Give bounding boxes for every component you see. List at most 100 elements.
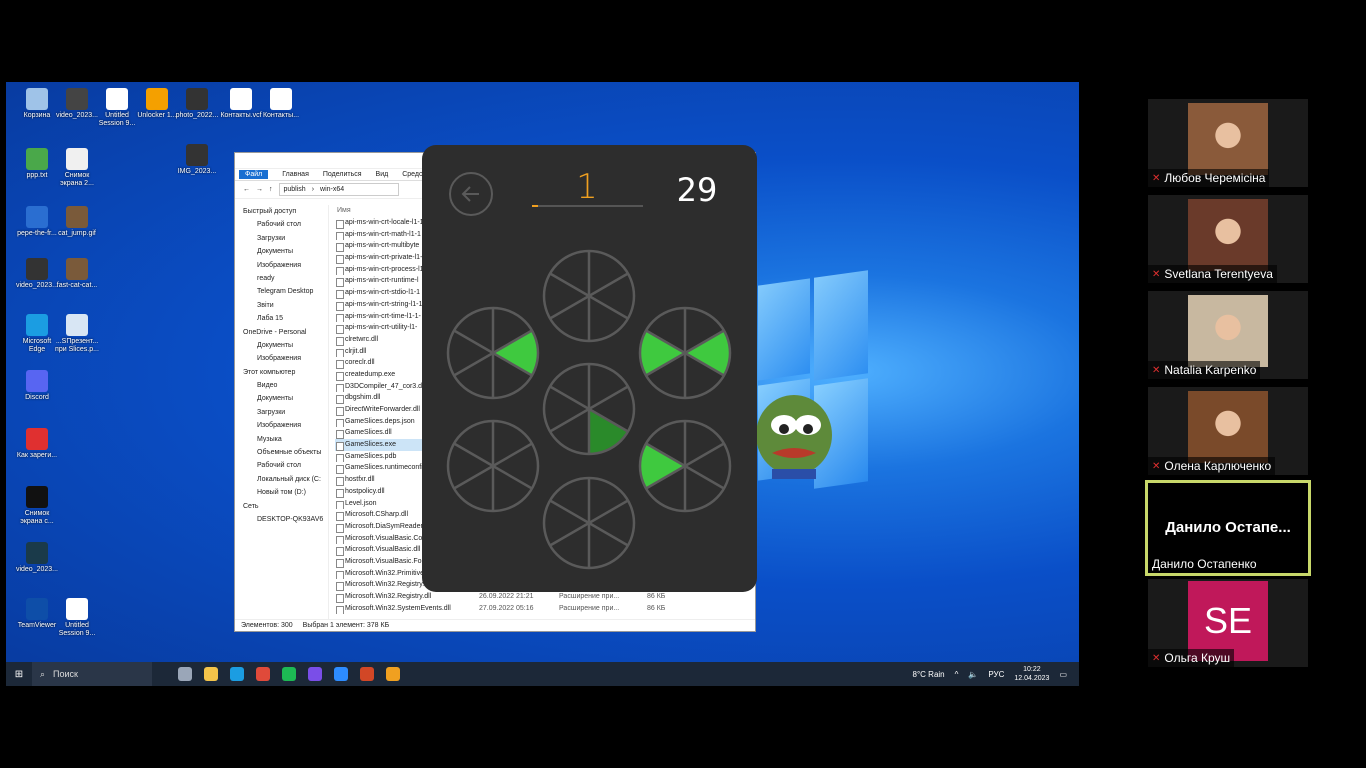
participant-name: Любов Черемісіна [1164, 171, 1266, 185]
nav-item[interactable]: Рабочий стол [235, 459, 328, 472]
nav-item[interactable]: Сеть [235, 500, 328, 513]
nav-item[interactable]: DESKTOP-QK93AV6 [235, 513, 328, 526]
desktop-icon-label: ...SПрезент... при Slices.p... [55, 338, 99, 353]
nav-item[interactable]: Изображения [235, 352, 328, 365]
nav-item[interactable]: Изображения [235, 419, 328, 432]
desktop-icon[interactable]: Untitled Session 9... [54, 598, 100, 638]
notifications-icon[interactable]: ▭ [1059, 670, 1067, 679]
participant-video [1188, 103, 1268, 175]
desktop-icon-label: fast-cat-cat... [56, 282, 98, 289]
desktop-icon-label: photo_2022... [175, 112, 219, 119]
nav-item[interactable]: Звіти [235, 299, 328, 312]
participant-name: Natalia Karpenko [1164, 363, 1257, 377]
slice-circle-left-lower[interactable] [446, 419, 540, 513]
messenger-taskbar-icon[interactable] [302, 662, 328, 686]
file-icon [66, 258, 88, 280]
participant-tile[interactable]: Данило Остапе... Данило Остапенко [1145, 480, 1311, 576]
desktop-icon-label: cat_jump.gif [58, 230, 96, 237]
explorer-status-bar: Элементов: 300 Выбран 1 элемент: 378 КБ [235, 619, 755, 631]
clock[interactable]: 10:22 12.04.2023 [1014, 665, 1049, 683]
nav-item[interactable]: OneDrive - Personal [235, 326, 328, 339]
language-indicator[interactable]: РУС [988, 670, 1004, 679]
nav-item[interactable]: Документы [235, 339, 328, 352]
nav-item[interactable]: Видео [235, 379, 328, 392]
nav-item[interactable]: Загрузки [235, 232, 328, 245]
file-row[interactable]: Microsoft.Win32.SystemEvents.dll 27.09.20… [335, 603, 751, 615]
address-segment-win-x64[interactable]: win-x64 [320, 186, 344, 193]
slice-circle-right-upper[interactable] [638, 306, 732, 400]
file-size: 86 КБ [647, 604, 666, 612]
nav-item[interactable]: Новый том (D:) [235, 486, 328, 499]
desktop-icon[interactable]: IMG_2023... [174, 144, 220, 176]
nav-item[interactable]: Документы [235, 245, 328, 258]
file-icon [106, 88, 128, 110]
file-explorer-taskbar-icon[interactable] [198, 662, 224, 686]
desktop-icon[interactable]: Снимок экрана с... [14, 486, 60, 526]
file-row[interactable]: Microsoft.Win32.Registry.dll 26.09.2022 2… [335, 591, 751, 603]
nav-item[interactable]: Музыка [235, 433, 328, 446]
participant-tile[interactable]: ✕ Natalia Karpenko [1148, 291, 1308, 379]
participant-name: Олена Карлюченко [1164, 459, 1272, 473]
taskbar-search[interactable]: ⌕ Поиск [32, 662, 152, 686]
slice-circle-right-lower[interactable] [638, 419, 732, 513]
desktop-icon[interactable]: Снимок экрана 2... [54, 148, 100, 188]
nav-item[interactable]: Загрузки [235, 406, 328, 419]
spotify-taskbar-icon[interactable] [276, 662, 302, 686]
desktop-icon[interactable]: video_2023... [14, 542, 60, 574]
status-item-count: Элементов: 300 [241, 622, 293, 629]
edge-taskbar-icon[interactable] [224, 662, 250, 686]
desktop-icon[interactable]: cat_jump.gif [54, 206, 100, 238]
nav-item[interactable]: Telegram Desktop [235, 285, 328, 298]
task-view-taskbar-icon[interactable] [172, 662, 198, 686]
zoom-taskbar-icon[interactable] [328, 662, 354, 686]
up-arrow-icon[interactable]: ↑ [269, 186, 273, 193]
desktop-icon[interactable]: ...SПрезент... при Slices.p... [54, 314, 100, 354]
tray-chevron-icon[interactable]: ^ [955, 670, 959, 679]
participant-tile[interactable]: SE ✕ Ольга Круш [1148, 579, 1308, 667]
powerpoint-taskbar-icon[interactable] [354, 662, 380, 686]
address-path[interactable]: publish › win-x64 [278, 183, 399, 196]
slice-circle-top[interactable] [542, 249, 636, 343]
participant-tile[interactable]: ✕ Любов Черемісіна [1148, 99, 1308, 187]
desktop-icon[interactable]: Discord [14, 370, 60, 402]
file-icon [66, 148, 88, 170]
weather-widget[interactable]: 8°C Rain [913, 670, 945, 679]
file-icon [66, 88, 88, 110]
game-slices-taskbar-icon[interactable] [380, 662, 406, 686]
ribbon-tab[interactable]: Файл [239, 170, 269, 179]
ribbon-tab[interactable]: Главная [282, 171, 309, 178]
nav-item[interactable]: Изображения [235, 259, 328, 272]
nav-item[interactable]: Этот компьютер [235, 366, 328, 379]
participant-tile[interactable]: ✕ Svetlana Terentyeva [1148, 195, 1308, 283]
nav-item[interactable]: Быстрый доступ [235, 205, 328, 218]
desktop-icon[interactable]: Контакты... [258, 88, 304, 120]
chrome-taskbar-icon[interactable] [250, 662, 276, 686]
start-button[interactable]: ⊞ [6, 669, 32, 680]
file-icon [26, 88, 48, 110]
ribbon-tab[interactable]: Вид [376, 171, 389, 178]
desktop-icon[interactable]: fast-cat-cat... [54, 258, 100, 290]
participant-big-name: Данило Остапе... [1165, 519, 1291, 536]
green-slice [640, 330, 685, 376]
green-slice [493, 330, 538, 376]
nav-item[interactable]: ready [235, 272, 328, 285]
slice-circle-center[interactable] [542, 362, 636, 456]
nav-item[interactable]: Документы [235, 392, 328, 405]
nav-item[interactable]: Объемные объекты [235, 446, 328, 459]
address-segment-publish[interactable]: publish [284, 186, 306, 193]
forward-arrow-icon[interactable]: → [256, 186, 263, 193]
volume-icon[interactable]: 🔈 [968, 670, 978, 679]
participant-tile[interactable]: ✕ Олена Карлюченко [1148, 387, 1308, 475]
file-icon [66, 314, 88, 336]
slice-circle-left-upper[interactable] [446, 306, 540, 400]
nav-item[interactable]: Локальный диск (C: [235, 473, 328, 486]
slice-circle-bottom[interactable] [542, 476, 636, 570]
desktop-icon-label: Как зареги... [16, 452, 58, 459]
nav-item[interactable]: Рабочий стол [235, 218, 328, 231]
desktop-icon[interactable]: Как зареги... [14, 428, 60, 460]
game-slices-window[interactable]: 1 29 [422, 145, 757, 592]
desktop-icon[interactable]: photo_2022... [174, 88, 220, 120]
back-arrow-icon[interactable]: ← [243, 186, 250, 193]
ribbon-tab[interactable]: Поделиться [323, 171, 362, 178]
nav-item[interactable]: Лаба 15 [235, 312, 328, 325]
